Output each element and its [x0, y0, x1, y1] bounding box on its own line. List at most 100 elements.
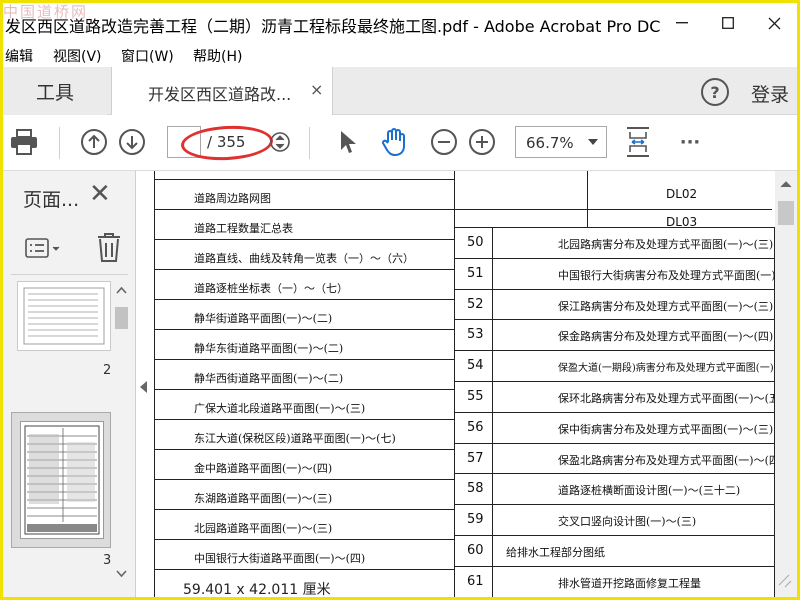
pages-panel-title: 页面...: [23, 189, 80, 211]
menu-view[interactable]: 视图(V): [53, 46, 102, 66]
zoom-select[interactable]: 66.7%: [515, 126, 607, 158]
table-rule: [454, 504, 776, 506]
table-cell: 50: [467, 235, 484, 250]
table-rule: [154, 209, 454, 210]
tab-close-icon[interactable]: ×: [310, 80, 323, 99]
zoom-value: 66.7%: [526, 134, 574, 152]
fit-page-icon[interactable]: [623, 127, 653, 157]
drawing-index-table: 道路周边路网图 道路工程数量汇总表 道路直线、曲线及转角一览表（一）～（六） 道路逐桩…: [154, 171, 797, 597]
panel-scrollbar[interactable]: [113, 283, 130, 583]
chevron-down-icon: [588, 139, 598, 145]
table-cell: 道路周边路网图: [194, 192, 271, 205]
more-options-glyph: ···: [679, 131, 701, 153]
document-scrollbar-thumb[interactable]: [778, 201, 794, 225]
table-rule: [454, 350, 776, 352]
collapse-panel-icon[interactable]: [140, 381, 147, 393]
select-cursor-icon[interactable]: [333, 127, 363, 157]
table-cell: 53: [467, 327, 484, 343]
table-cell: 保环北路病害分布及处理方式平面图(一)～(五): [558, 392, 785, 405]
table-rule: [454, 209, 772, 210]
table-cell: 51: [467, 265, 484, 281]
page-thumbnail-3[interactable]: [11, 412, 111, 548]
table-rule: [454, 565, 776, 567]
thumbnail-page-preview: [20, 421, 104, 539]
table-cell: 61: [467, 573, 484, 589]
table-rule: [154, 449, 454, 450]
table-rule: [454, 473, 776, 475]
table-cell: 道路直线、曲线及转角一览表（一）～（六）: [194, 252, 414, 265]
tab-document[interactable]: 开发区西区道路改... ×: [111, 67, 333, 115]
table-rule: [154, 479, 454, 480]
table-cell: 58: [467, 481, 484, 497]
table-rule: [454, 535, 776, 536]
hand-tool-icon[interactable]: [379, 127, 409, 157]
more-options-icon[interactable]: ···: [675, 127, 705, 157]
table-rule: [154, 269, 454, 270]
minimize-icon[interactable]: [659, 3, 705, 43]
zoom-out-icon[interactable]: [429, 127, 459, 157]
menu-edit[interactable]: 编辑: [5, 46, 33, 66]
table-cell: 静华街道路平面图(一)～(二): [194, 312, 333, 325]
zoom-in-icon[interactable]: [467, 127, 497, 157]
table-cell: 52: [467, 296, 484, 312]
table-cell: 56: [467, 419, 484, 435]
menu-window[interactable]: 窗口(W): [121, 46, 174, 66]
table-rule: [154, 171, 155, 597]
table-rule: [154, 359, 454, 360]
toolbar-divider: [59, 127, 60, 159]
table-cell: 60: [467, 543, 484, 558]
table-rule: [154, 509, 454, 510]
page-stepper-icon[interactable]: [265, 127, 295, 157]
page-options-icon[interactable]: [25, 237, 65, 261]
panel-close-icon[interactable]: ✕: [89, 179, 111, 209]
table-cell: 金中路道路平面图(一)～(四): [194, 462, 333, 475]
table-cell: 中国银行大街道路平面图(一)～(四): [194, 552, 366, 565]
table-rule: [454, 288, 776, 290]
table-rule: [154, 419, 454, 420]
window-title: 发区西区道路改造完善工程（二期）沥青工程标段最终施工图.pdf - Adobe …: [5, 17, 661, 36]
table-cell: 北园路病害分布及处理方式平面图(一)～(三): [558, 238, 774, 251]
table-cell: 静华西街道路平面图(一)～(二): [194, 372, 344, 385]
table-cell: 广保大道北段道路平面图(一)～(三): [194, 402, 366, 415]
table-rule: [154, 239, 454, 240]
table-cell: 保江路病害分布及处理方式平面图(一)～(三): [558, 299, 774, 313]
close-icon[interactable]: [751, 3, 797, 43]
help-icon[interactable]: ?: [701, 78, 729, 106]
print-icon[interactable]: [9, 127, 39, 157]
document-view[interactable]: 道路周边路网图 道路工程数量汇总表 道路直线、曲线及转角一览表（一）～（六） 道路逐桩…: [149, 171, 797, 597]
login-button[interactable]: 登录: [751, 80, 789, 107]
table-cell: 东江大道(保税区段)道路平面图(一)～(七): [194, 432, 396, 445]
page-size-label: 59.401 x 42.011 厘米: [179, 579, 335, 597]
page-thumbnail-2[interactable]: [17, 281, 111, 351]
pages-panel: 页面... ✕ 2 3: [3, 171, 136, 597]
tab-bar: 工具 开发区西区道路改... × ? 登录: [3, 67, 797, 115]
table-cell: DL02: [666, 187, 698, 201]
maximize-icon[interactable]: [705, 3, 751, 43]
table-cell: 保盈大道(一期段)病害分布及处理方式平面图(一)～(四): [558, 363, 797, 375]
table-cell: 保金路病害分布及处理方式平面图(一)～(四): [558, 330, 774, 344]
table-cell: 排水管道开挖路面修复工程量: [558, 576, 701, 590]
table-rule: [454, 257, 776, 259]
table-cell: 东湖路道路平面图(一)～(三): [194, 492, 333, 505]
menu-help[interactable]: 帮助(H): [193, 46, 242, 66]
table-rule: [492, 227, 493, 597]
toolbar-divider: [309, 127, 310, 159]
table-cell: 保中街病害分布及处理方式平面图(一)～(三): [558, 422, 774, 436]
page-thumbnail-number: 3: [103, 553, 112, 568]
next-page-icon[interactable]: [117, 127, 147, 157]
table-rule: [154, 299, 454, 300]
trash-icon[interactable]: [95, 231, 123, 263]
table-cell: 道路工程数量汇总表: [194, 222, 293, 235]
table-rule: [154, 179, 454, 180]
table-rule: [154, 569, 454, 570]
table-rule: [454, 411, 776, 413]
document-scrollbar[interactable]: [775, 171, 797, 597]
table-rule: [454, 442, 776, 444]
tab-document-label: 开发区西区道路改...: [148, 85, 292, 104]
toolbar: / 355 66.7% ···: [3, 115, 797, 171]
panel-scrollbar-thumb[interactable]: [115, 307, 128, 329]
tab-tools[interactable]: 工具: [3, 67, 107, 115]
table-cell: 静华东街道路平面图(一)～(二): [194, 342, 344, 355]
table-cell: 55: [467, 389, 484, 404]
previous-page-icon[interactable]: [79, 127, 109, 157]
